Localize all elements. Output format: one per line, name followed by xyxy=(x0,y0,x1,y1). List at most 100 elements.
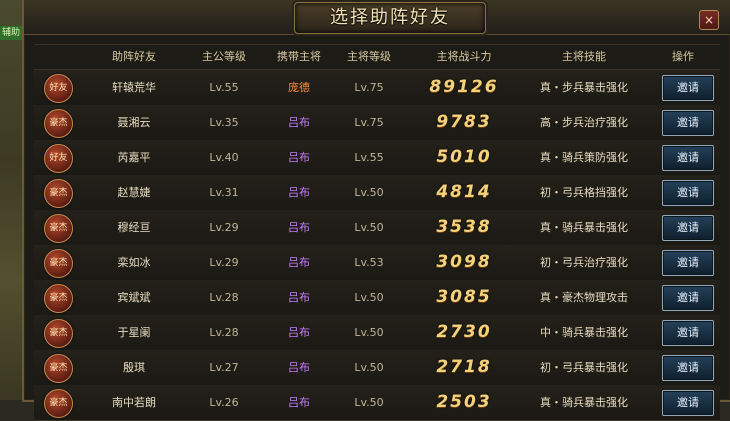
friend-name: 穆经亘 xyxy=(117,221,151,234)
invite-button[interactable]: 邀请 xyxy=(662,145,714,171)
general-level: Lv.50 xyxy=(354,361,384,374)
general-level: Lv.55 xyxy=(354,151,384,164)
lord-level: Lv.55 xyxy=(209,81,239,94)
general-name: 吕布 xyxy=(288,291,310,304)
invite-button[interactable]: 邀请 xyxy=(662,250,714,276)
invite-button[interactable]: 邀请 xyxy=(662,355,714,381)
invite-button[interactable]: 邀请 xyxy=(662,75,714,101)
table-row: 豪杰 赵慧婕 Lv.31 吕布 Lv.50 4814 初・弓兵格挡强化 邀请 xyxy=(34,175,720,211)
general-power: 2730 xyxy=(436,322,492,342)
table-row: 豪杰 聂湘云 Lv.35 吕布 Lv.75 9783 高・步兵治疗强化 邀请 xyxy=(34,105,720,141)
hero-badge-icon: 豪杰 xyxy=(44,389,73,418)
general-power: 5010 xyxy=(436,147,492,167)
general-level: Lv.50 xyxy=(354,221,384,234)
general-name: 吕布 xyxy=(288,221,310,234)
table-row: 豪杰 南中若朗 Lv.26 吕布 Lv.50 2503 真・骑兵暴击强化 邀请 xyxy=(34,385,720,421)
lord-level: Lv.40 xyxy=(209,151,239,164)
general-skill: 真・骑兵策防强化 xyxy=(540,151,628,164)
friend-name: 南中若朗 xyxy=(112,396,156,409)
invite-button[interactable]: 邀请 xyxy=(662,285,714,311)
lord-level: Lv.28 xyxy=(209,326,239,339)
general-name: 吕布 xyxy=(288,116,310,129)
hero-badge-icon: 豪杰 xyxy=(44,109,73,138)
side-tag: 辅助 xyxy=(0,26,22,40)
lord-level: Lv.27 xyxy=(209,361,239,374)
invite-button[interactable]: 邀请 xyxy=(662,110,714,136)
general-power: 89126 xyxy=(429,77,499,97)
general-skill: 真・骑兵暴击强化 xyxy=(540,396,628,409)
lord-level: Lv.31 xyxy=(209,186,239,199)
column-header-lord-level: 主公等级 xyxy=(202,50,246,63)
lord-level: Lv.29 xyxy=(209,221,239,234)
lord-level: Lv.28 xyxy=(209,291,239,304)
lord-level: Lv.35 xyxy=(209,116,239,129)
table-row: 好友 芮嘉平 Lv.40 吕布 Lv.55 5010 真・骑兵策防强化 邀请 xyxy=(34,140,720,176)
general-power: 3098 xyxy=(436,252,492,272)
friend-name: 殷琪 xyxy=(123,361,145,374)
general-skill: 初・弓兵格挡强化 xyxy=(540,186,628,199)
hero-badge-icon: 豪杰 xyxy=(44,319,73,348)
column-header-general: 携带主将 xyxy=(277,50,321,63)
table-row: 豪杰 栾如冰 Lv.29 吕布 Lv.53 3098 初・弓兵治疗强化 邀请 xyxy=(34,245,720,281)
table-header: 助阵好友 主公等级 携带主将 主将等级 主将战斗力 主将技能 操作 xyxy=(34,44,720,70)
friend-name: 于星阑 xyxy=(117,326,151,339)
hero-badge-icon: 豪杰 xyxy=(44,354,73,383)
general-power: 2503 xyxy=(436,392,492,412)
general-skill: 高・步兵治疗强化 xyxy=(540,116,628,129)
general-power: 2718 xyxy=(436,357,492,377)
select-helper-friend-dialog: 选择助阵好友 × 助阵好友 主公等级 携带主将 主将等级 主将战斗力 主将技能 … xyxy=(22,0,730,421)
friend-table: 助阵好友 主公等级 携带主将 主将等级 主将战斗力 主将技能 操作 好友 轩辕荒华… xyxy=(34,44,720,421)
dialog-title: 选择助阵好友 xyxy=(330,7,450,28)
table-row: 豪杰 殷琪 Lv.27 吕布 Lv.50 2718 初・弓兵暴击强化 邀请 xyxy=(34,350,720,386)
friend-name: 宾斌斌 xyxy=(117,291,151,304)
close-button[interactable]: × xyxy=(699,10,719,30)
general-name: 吕布 xyxy=(288,361,310,374)
general-name: 庞德 xyxy=(288,81,310,94)
table-row: 好友 轩辕荒华 Lv.55 庞德 Lv.75 89126 真・步兵暴击强化 邀请 xyxy=(34,70,720,106)
table-row: 豪杰 宾斌斌 Lv.28 吕布 Lv.50 3085 真・豪杰物理攻击 邀请 xyxy=(34,280,720,316)
friend-badge-icon: 好友 xyxy=(44,144,73,173)
friend-badge-icon: 好友 xyxy=(44,74,73,103)
general-power: 9783 xyxy=(436,112,492,132)
general-level: Lv.50 xyxy=(354,291,384,304)
general-skill: 真・骑兵暴击强化 xyxy=(540,221,628,234)
general-name: 吕布 xyxy=(288,396,310,409)
friend-name: 赵慧婕 xyxy=(117,186,151,199)
general-name: 吕布 xyxy=(288,151,310,164)
hero-badge-icon: 豪杰 xyxy=(44,179,73,208)
title-plate: 选择助阵好友 xyxy=(294,2,486,34)
friend-name: 聂湘云 xyxy=(117,116,151,129)
column-header-skill: 主将技能 xyxy=(562,50,606,63)
general-power: 3085 xyxy=(436,287,492,307)
column-header-power: 主将战斗力 xyxy=(436,50,492,63)
invite-button[interactable]: 邀请 xyxy=(662,320,714,346)
general-power: 3538 xyxy=(436,217,492,237)
general-level: Lv.50 xyxy=(354,186,384,199)
friend-name: 栾如冰 xyxy=(117,256,151,269)
general-name: 吕布 xyxy=(288,186,310,199)
general-skill: 初・弓兵治疗强化 xyxy=(540,256,628,269)
column-header-action: 操作 xyxy=(672,50,694,63)
table-row: 豪杰 穆经亘 Lv.29 吕布 Lv.50 3538 真・骑兵暴击强化 邀请 xyxy=(34,210,720,246)
general-power: 4814 xyxy=(436,182,492,202)
general-level: Lv.75 xyxy=(354,116,384,129)
general-name: 吕布 xyxy=(288,256,310,269)
general-name: 吕布 xyxy=(288,326,310,339)
column-header-general-level: 主将等级 xyxy=(347,50,391,63)
general-level: Lv.50 xyxy=(354,326,384,339)
general-level: Lv.75 xyxy=(354,81,384,94)
general-level: Lv.53 xyxy=(354,256,384,269)
general-level: Lv.50 xyxy=(354,396,384,409)
invite-button[interactable]: 邀请 xyxy=(662,180,714,206)
column-header-friend: 助阵好友 xyxy=(112,50,156,63)
invite-button[interactable]: 邀请 xyxy=(662,215,714,241)
lord-level: Lv.29 xyxy=(209,256,239,269)
general-skill: 初・弓兵暴击强化 xyxy=(540,361,628,374)
dialog-header: 选择助阵好友 × xyxy=(24,0,730,35)
general-skill: 真・豪杰物理攻击 xyxy=(540,291,628,304)
invite-button[interactable]: 邀请 xyxy=(662,390,714,416)
friend-name: 芮嘉平 xyxy=(117,151,151,164)
general-skill: 真・步兵暴击强化 xyxy=(540,81,628,94)
general-skill: 中・骑兵暴击强化 xyxy=(540,326,628,339)
hero-badge-icon: 豪杰 xyxy=(44,284,73,313)
